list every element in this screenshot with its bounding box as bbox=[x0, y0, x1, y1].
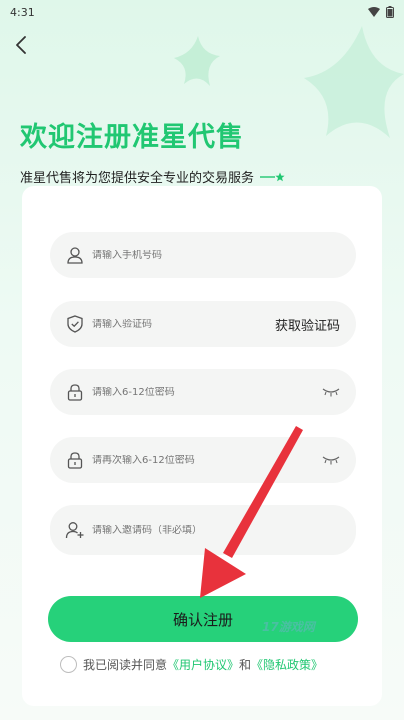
password-field[interactable] bbox=[50, 369, 356, 415]
phone-field[interactable] bbox=[50, 232, 356, 278]
arrow-star-icon bbox=[260, 172, 285, 181]
watermark: 17游戏网 bbox=[262, 620, 315, 634]
lock-icon bbox=[64, 449, 86, 471]
wifi-icon bbox=[368, 7, 380, 17]
verification-code-input[interactable] bbox=[92, 318, 275, 330]
phone-input[interactable] bbox=[92, 249, 340, 261]
invite-code-field[interactable] bbox=[50, 505, 356, 555]
back-arrow-icon bbox=[16, 36, 26, 54]
invite-code-input[interactable] bbox=[92, 524, 340, 536]
status-time: 4:31 bbox=[10, 5, 35, 19]
subtitle-row: 准星代售将为您提供安全专业的交易服务 bbox=[20, 167, 286, 186]
password-input[interactable] bbox=[92, 386, 322, 398]
subtitle: 准星代售将为您提供安全专业的交易服务 bbox=[20, 171, 255, 186]
user-icon bbox=[64, 244, 86, 266]
eye-closed-icon[interactable] bbox=[322, 387, 340, 397]
user-agreement-link[interactable]: 《用户协议》 bbox=[167, 656, 239, 673]
agreement-checkbox[interactable] bbox=[60, 656, 77, 673]
star-decoration-icon bbox=[174, 36, 220, 86]
battery-icon bbox=[386, 6, 394, 18]
agreement-row: 我已阅读并同意 《用户协议》 和 《隐私政策》 bbox=[60, 656, 323, 673]
privacy-policy-link[interactable]: 《隐私政策》 bbox=[251, 656, 323, 673]
add-user-icon bbox=[64, 519, 86, 541]
agreement-prefix: 我已阅读并同意 bbox=[83, 658, 168, 672]
eye-closed-icon[interactable] bbox=[322, 455, 340, 465]
page-title: 欢迎注册准星代售 bbox=[20, 122, 244, 153]
lock-icon bbox=[64, 381, 86, 403]
back-button[interactable] bbox=[10, 34, 32, 56]
agreement-and: 和 bbox=[239, 658, 252, 672]
password-confirm-field[interactable] bbox=[50, 437, 356, 483]
password-confirm-input[interactable] bbox=[92, 454, 322, 466]
get-code-button[interactable]: 获取验证码 bbox=[275, 315, 340, 334]
star-decoration-icon bbox=[304, 26, 404, 138]
verification-code-field[interactable]: 获取验证码 bbox=[50, 301, 356, 347]
shield-icon bbox=[64, 313, 86, 335]
status-icons bbox=[368, 6, 394, 18]
